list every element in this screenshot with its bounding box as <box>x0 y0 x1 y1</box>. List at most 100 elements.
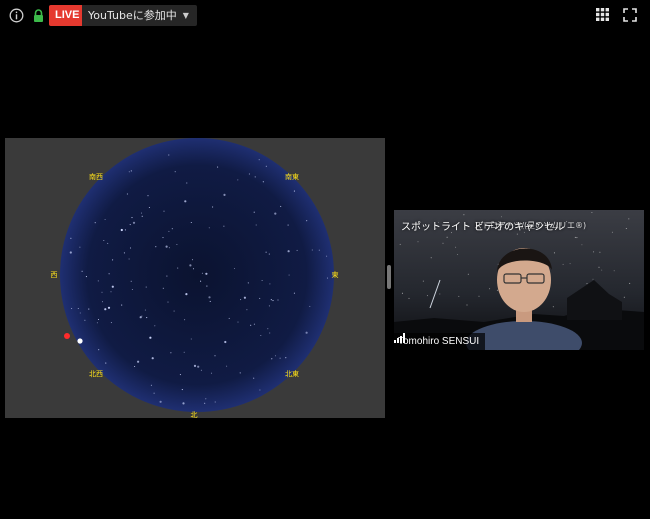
star <box>79 246 81 248</box>
star <box>214 401 216 403</box>
fullscreen-icon[interactable] <box>623 8 637 22</box>
background-star <box>552 306 554 308</box>
panel-resize-handle[interactable] <box>387 265 391 289</box>
star <box>253 211 255 213</box>
background-star <box>417 241 419 243</box>
sky-map: 南西 南東 西 東 北西 北東 北 <box>51 138 339 418</box>
background-star <box>592 278 594 280</box>
star <box>101 301 104 303</box>
star <box>253 323 255 325</box>
background-star <box>591 212 593 213</box>
star <box>181 389 183 391</box>
star <box>171 228 173 230</box>
star <box>318 249 320 251</box>
cancel-spotlight-button[interactable]: スポットライト ビデオのキャンセル <box>401 218 564 233</box>
star <box>121 304 123 306</box>
star <box>261 279 263 282</box>
background-star <box>496 289 498 291</box>
background-star <box>401 292 403 294</box>
star <box>296 249 298 251</box>
star <box>140 212 143 214</box>
star <box>101 291 103 293</box>
direction-label-southeast: 北東 <box>285 369 299 378</box>
star <box>190 221 192 224</box>
speaker-video-tile[interactable]: ストロアーツ/(星のソムリエ®) スポットライト ビデオのキャンセル Tomoh… <box>394 210 644 350</box>
star <box>81 270 83 272</box>
background-star <box>457 254 459 255</box>
star <box>206 285 208 287</box>
background-star <box>442 242 444 244</box>
star <box>70 237 72 239</box>
star <box>148 206 150 209</box>
star <box>146 317 148 319</box>
star <box>165 245 168 248</box>
star <box>247 282 249 284</box>
star <box>204 402 206 404</box>
direction-label-northeast: 南東 <box>285 172 299 181</box>
star <box>185 293 188 296</box>
shared-screen[interactable]: 南西 南東 西 東 北西 北東 北 <box>5 138 385 418</box>
star <box>186 182 188 184</box>
star <box>105 362 107 364</box>
star <box>258 159 260 161</box>
planet-marker <box>64 333 70 339</box>
star <box>137 360 140 363</box>
star <box>128 258 130 260</box>
background-star <box>562 263 564 265</box>
star <box>265 165 267 167</box>
star <box>130 170 132 172</box>
star <box>84 319 86 321</box>
star <box>267 328 269 330</box>
star <box>253 377 255 379</box>
star <box>177 267 179 269</box>
star <box>193 364 197 367</box>
star <box>237 179 239 181</box>
background-star <box>553 252 555 254</box>
star <box>326 277 329 279</box>
background-star <box>611 231 613 233</box>
star <box>288 274 290 276</box>
live-badge: LIVE <box>49 5 86 26</box>
background-star <box>629 282 631 284</box>
participant-name: Tomohiro SENSUI <box>398 336 480 347</box>
lock-icon[interactable] <box>31 8 46 23</box>
star <box>192 268 195 270</box>
background-star <box>458 295 460 297</box>
star <box>201 272 203 274</box>
star <box>208 296 211 299</box>
info-icon[interactable] <box>9 8 24 23</box>
star <box>163 210 165 212</box>
star <box>259 389 261 391</box>
star <box>270 299 272 301</box>
background-star <box>467 273 469 275</box>
star <box>129 224 131 226</box>
direction-label-west: 西 <box>51 271 58 279</box>
background-star <box>581 244 583 246</box>
star <box>212 206 214 208</box>
star <box>277 299 279 301</box>
background-star <box>516 233 518 235</box>
star <box>112 259 114 261</box>
star <box>250 324 252 326</box>
grid-view-icon[interactable] <box>596 8 609 21</box>
star <box>71 307 73 310</box>
star <box>311 249 313 251</box>
bright-star <box>77 338 83 344</box>
star <box>226 365 228 367</box>
youtube-status-label: YouTubeに参加中 <box>88 9 177 22</box>
youtube-status-dropdown[interactable]: YouTubeに参加中 ▼ <box>82 5 197 26</box>
star <box>179 374 181 376</box>
star <box>205 272 208 275</box>
star <box>108 273 110 275</box>
star <box>243 296 246 299</box>
star <box>189 264 192 267</box>
star <box>223 193 226 196</box>
star <box>262 181 264 183</box>
background-star <box>601 269 603 271</box>
star <box>69 251 72 254</box>
star <box>120 228 123 232</box>
star <box>182 402 185 405</box>
star <box>326 255 328 257</box>
background-star <box>598 266 600 268</box>
star <box>124 229 126 231</box>
